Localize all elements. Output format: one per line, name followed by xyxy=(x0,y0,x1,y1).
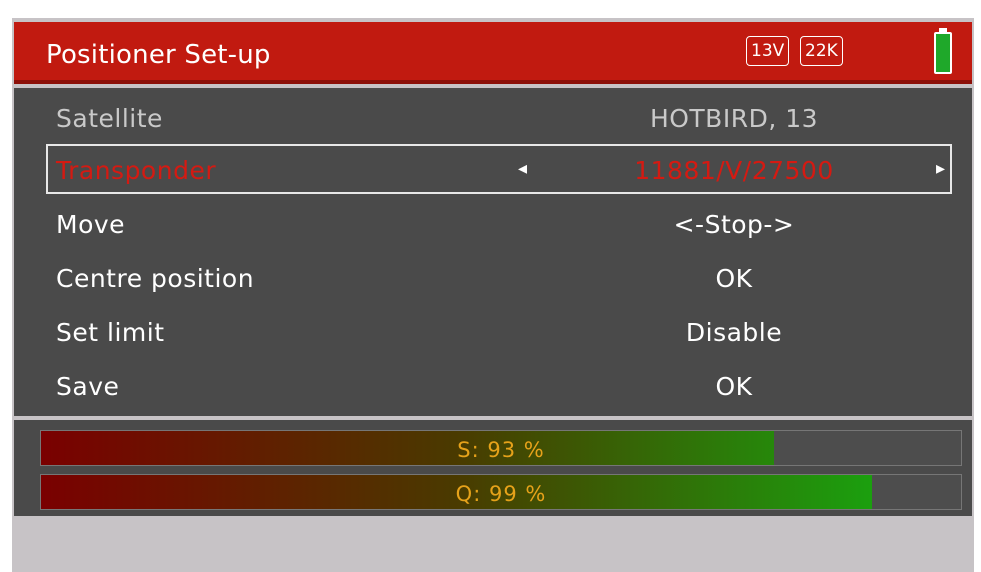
lnb-voltage-badge: 13V xyxy=(746,36,790,66)
centre-position-value: OK xyxy=(715,264,753,293)
save-value: OK xyxy=(715,372,753,401)
settings-menu: Satellite HOTBIRD, 13 Transponder ◂ 1188… xyxy=(14,88,972,416)
signal-quality-label: Q: 99 % xyxy=(455,482,547,506)
battery-icon xyxy=(934,28,952,74)
tone-22k-badge: 22K xyxy=(800,36,843,66)
page-title: Positioner Set-up xyxy=(46,40,271,70)
satellite-label: Satellite xyxy=(56,104,163,133)
transponder-label: Transponder xyxy=(56,156,217,185)
arrow-right-icon[interactable]: ▸ xyxy=(936,158,945,179)
menu-row-transponder[interactable]: Transponder ◂ 11881/V/27500 ▸ xyxy=(14,144,972,196)
menu-row-satellite[interactable]: Satellite HOTBIRD, 13 xyxy=(14,92,972,144)
signal-strength-label: S: 93 % xyxy=(457,438,545,462)
signal-quality-meter: Q: 99 % xyxy=(40,474,962,510)
signal-meters: S: 93 % Q: 99 % xyxy=(14,420,972,516)
transponder-value: 11881/V/27500 xyxy=(634,156,834,185)
save-label: Save xyxy=(56,372,120,401)
title-bar: Positioner Set-up 13V 22K xyxy=(14,22,972,84)
move-value: <-Stop-> xyxy=(673,210,795,239)
set-limit-value: Disable xyxy=(685,318,783,347)
menu-row-set-limit[interactable]: Set limit Disable xyxy=(14,306,972,358)
menu-row-save[interactable]: Save OK xyxy=(14,360,972,412)
signal-strength-meter: S: 93 % xyxy=(40,430,962,466)
menu-row-centre-position[interactable]: Centre position OK xyxy=(14,252,972,304)
positioner-screen: Positioner Set-up 13V 22K Satellite HOTB… xyxy=(12,18,974,572)
set-limit-label: Set limit xyxy=(56,318,165,347)
move-label: Move xyxy=(56,210,126,239)
satellite-value: HOTBIRD, 13 xyxy=(649,104,819,133)
arrow-left-icon[interactable]: ◂ xyxy=(518,158,527,179)
menu-row-move[interactable]: Move <-Stop-> xyxy=(14,198,972,250)
centre-position-label: Centre position xyxy=(56,264,255,293)
